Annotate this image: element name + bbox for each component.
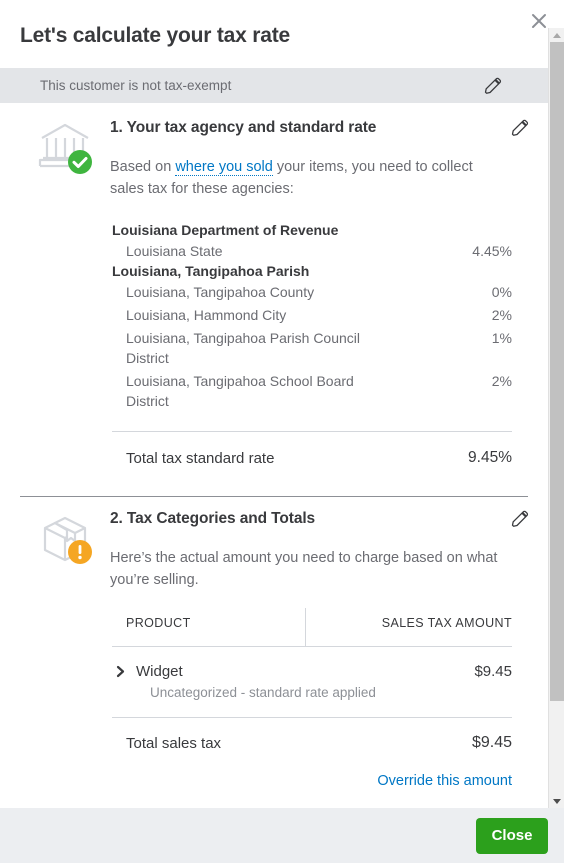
rate-group-title: Louisiana, Tangipahoa Parish [112, 263, 310, 279]
rate-row: Louisiana State 4.45% [112, 240, 512, 263]
rate-row: Louisiana, Tangipahoa County 0% [112, 281, 512, 304]
rate-row: Louisiana, Hammond City 2% [112, 304, 512, 327]
chevron-right-icon[interactable] [114, 665, 127, 678]
rate-value: 2% [491, 373, 512, 389]
vertical-scrollbar[interactable] [548, 28, 564, 808]
section-tax-agency: 1. Your tax agency and standard rate Bas… [0, 103, 548, 467]
desc-text-before: Based on [110, 159, 176, 175]
warning-circle-icon [68, 540, 92, 564]
rate-value: 0% [491, 284, 512, 300]
rate-row: Louisiana, Tangipahoa School Board Distr… [112, 370, 512, 413]
section2-description: Here’s the actual amount you need to cha… [110, 550, 498, 588]
scrollbar-thumb[interactable] [550, 42, 564, 701]
tax-exempt-status-text: This customer is not tax-exempt [40, 78, 232, 93]
product-name-cell: Widget [112, 663, 183, 680]
edit-tax-exempt-pencil-icon[interactable] [482, 75, 504, 97]
total-sales-tax-row: Total sales tax $9.45 [112, 718, 512, 752]
rate-name: Louisiana, Tangipahoa County [126, 284, 315, 300]
bank-icon [34, 116, 96, 178]
tax-agency-rate-list: Louisiana Department of Revenue Louisiana… [112, 222, 512, 413]
edit-section2-pencil-icon[interactable] [509, 508, 531, 530]
close-x-icon[interactable] [526, 8, 552, 34]
product-category-note: Uncategorized - standard rate applied [150, 685, 376, 700]
rate-name: Louisiana, Tangipahoa Parish Council Dis… [126, 330, 361, 366]
product-tax-table: PRODUCT SALES TAX AMOUNT Widget $9.45 Unca… [112, 608, 512, 752]
rate-value: 2% [491, 307, 512, 323]
rate-row: Louisiana, Tangipahoa Parish Council Dis… [112, 327, 512, 370]
column-header-sales-tax-amount: SALES TAX AMOUNT [381, 616, 512, 630]
close-button[interactable]: Close [476, 817, 548, 854]
table-header-row: PRODUCT SALES TAX AMOUNT [112, 608, 512, 647]
page-title: Let's calculate your tax rate [20, 24, 290, 47]
rate-group-title: Louisiana Department of Revenue [112, 222, 339, 238]
override-amount-container: Override this amount [112, 772, 512, 790]
total-standard-rate-row: Total tax standard rate 9.45% [112, 432, 512, 467]
section2-header: 2. Tax Categories and Totals [110, 508, 531, 530]
scroll-down-arrow-icon[interactable] [549, 794, 564, 808]
dialog-scroll-area: 1. Your tax agency and standard rate Bas… [0, 103, 548, 808]
package-box-icon [34, 507, 96, 569]
section2-title: 2. Tax Categories and Totals [110, 510, 316, 527]
section1-description: Based on where you sold your items, you … [110, 156, 510, 200]
column-header-product: PRODUCT [126, 616, 191, 630]
total-standard-rate-value: 9.45% [468, 449, 512, 466]
where-you-sold-link[interactable]: where you sold [175, 159, 273, 176]
section1-header: 1. Your tax agency and standard rate [110, 117, 531, 139]
product-name: Widget [136, 663, 183, 680]
rate-value: 4.45% [472, 243, 512, 259]
rate-name: Louisiana State [126, 243, 223, 259]
section1-title: 1. Your tax agency and standard rate [110, 119, 377, 136]
product-row-main: Widget $9.45 [112, 663, 512, 680]
product-rows-container: Widget $9.45 Uncategorized - standard rate… [112, 647, 512, 700]
dialog-footer: Close [0, 808, 564, 863]
rate-value: 1% [491, 330, 512, 346]
tax-rate-dialog: Let's calculate your tax rate This custo… [0, 0, 564, 863]
rate-name: Louisiana, Hammond City [126, 307, 287, 323]
total-sales-tax-label: Total sales tax [126, 734, 222, 752]
total-sales-tax-value: $9.45 [471, 734, 512, 751]
total-standard-rate-label: Total tax standard rate [126, 449, 275, 467]
override-this-amount-link[interactable]: Override this amount [377, 773, 512, 789]
table-row: Widget $9.45 Uncategorized - standard rate… [112, 647, 512, 700]
section-tax-categories: 2. Tax Categories and Totals Here’s the … [0, 497, 548, 790]
product-tax-amount: $9.45 [474, 663, 512, 680]
rate-name: Louisiana, Tangipahoa School Board Distr… [126, 373, 354, 409]
edit-section1-pencil-icon[interactable] [509, 117, 531, 139]
tax-exempt-banner: This customer is not tax-exempt [0, 68, 548, 103]
check-circle-icon [68, 150, 92, 174]
